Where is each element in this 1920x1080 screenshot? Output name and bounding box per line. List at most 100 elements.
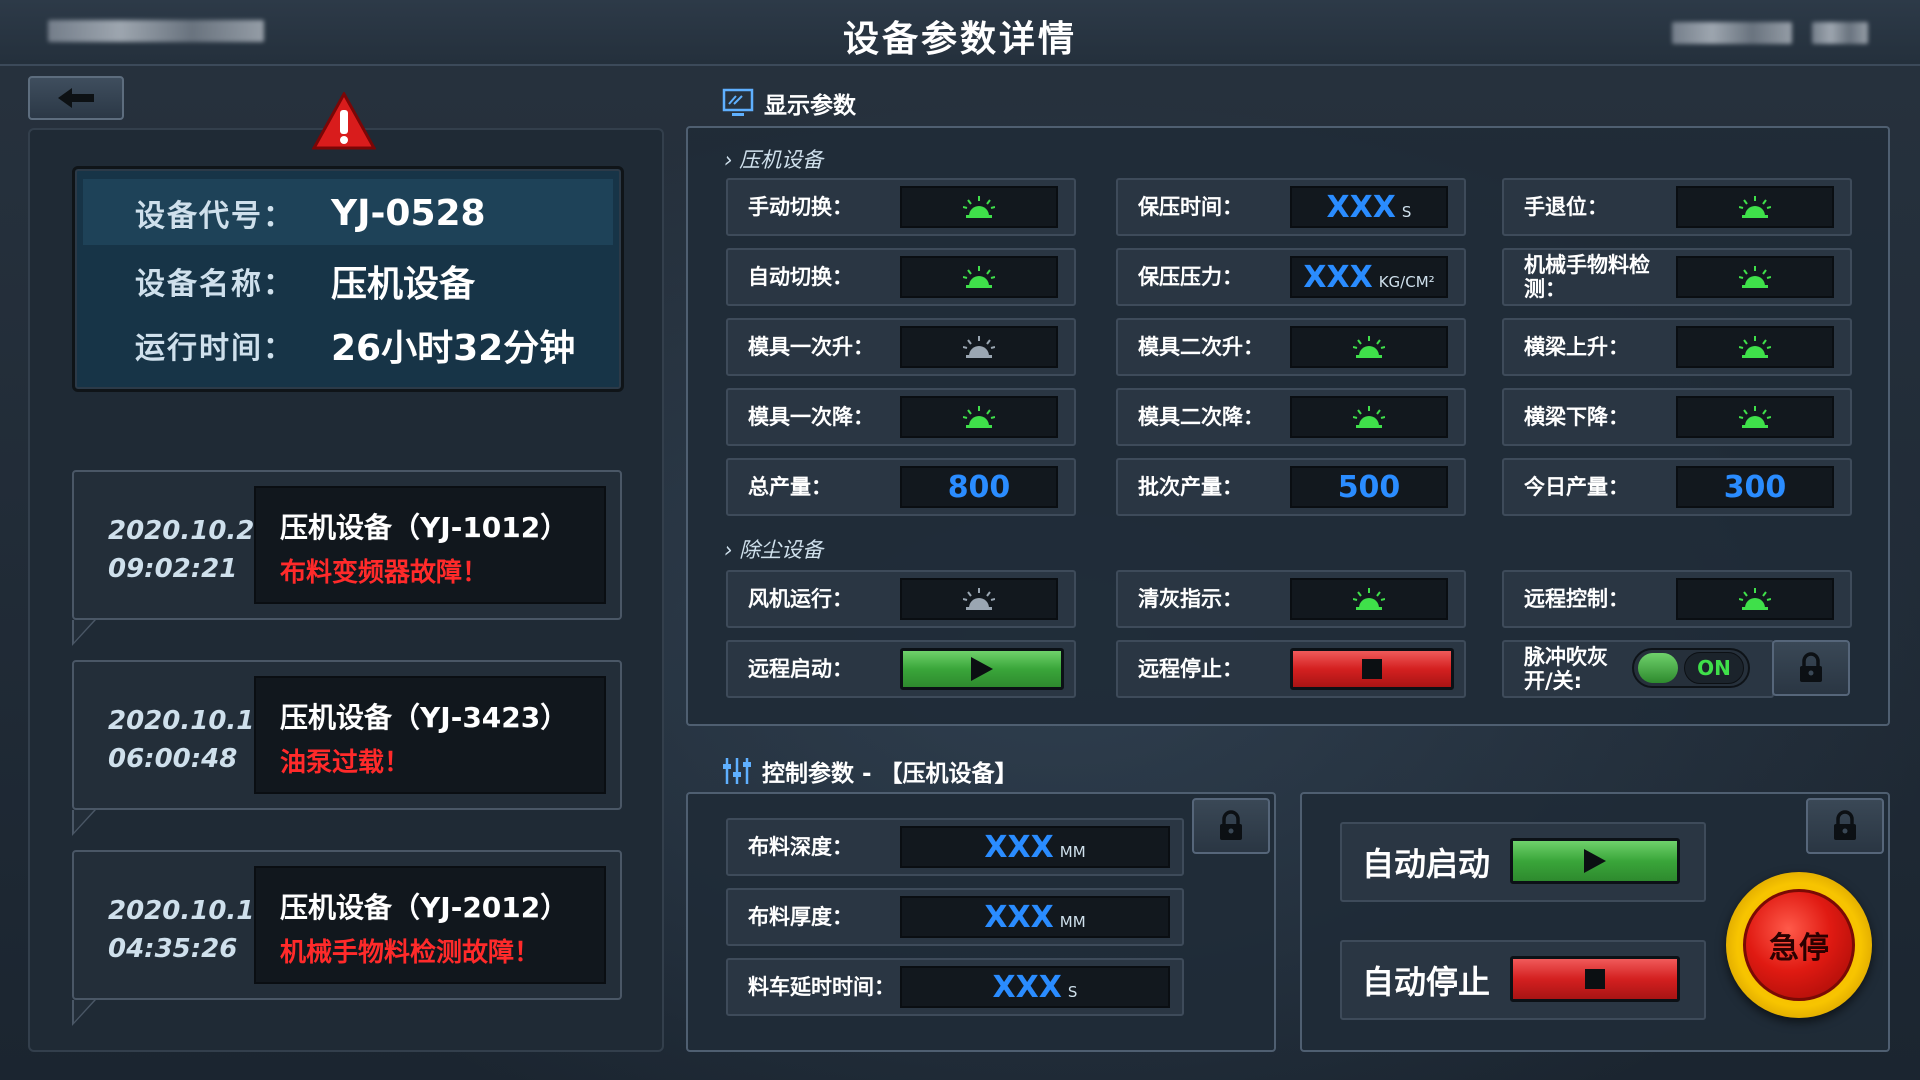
alarm-item[interactable]: 2020.10.20 09:02:21 压机设备（YJ-1012） 布料变频器故… bbox=[72, 470, 622, 646]
param-cell: 自动切换： bbox=[726, 248, 1076, 306]
param-label: 保压时间： bbox=[1138, 195, 1243, 219]
param-value-box bbox=[1676, 578, 1834, 620]
header-right-blurred-2 bbox=[1812, 22, 1868, 44]
alarm-date: 2020.10.19 bbox=[108, 896, 273, 926]
alarm-message: 油泵过载！ bbox=[280, 748, 411, 778]
lamp-on-icon bbox=[1739, 588, 1771, 610]
device-code-label: 设备代号： bbox=[135, 199, 295, 234]
header-right-blurred bbox=[1672, 22, 1792, 44]
param-value-box bbox=[1290, 326, 1448, 368]
param-cell: 模具一次升： bbox=[726, 318, 1076, 376]
emergency-stop-button[interactable]: 急停 bbox=[1726, 872, 1872, 1018]
param-value-box: XXX MM bbox=[900, 896, 1170, 938]
lamp-on-icon bbox=[963, 196, 995, 218]
param-label: 今日产量： bbox=[1524, 475, 1629, 499]
monitor-icon bbox=[722, 88, 754, 116]
param-label: 料车延时时间： bbox=[748, 975, 895, 999]
toggle-knob bbox=[1638, 653, 1678, 683]
param-label: 手动切换： bbox=[748, 195, 853, 219]
alarm-date: 2020.10.20 bbox=[108, 516, 273, 546]
page-title: 设备参数详情 bbox=[842, 19, 1077, 60]
pulse-toggle[interactable]: ON bbox=[1632, 648, 1750, 688]
control-lock-button[interactable] bbox=[1192, 798, 1270, 854]
lock-icon bbox=[1800, 652, 1822, 682]
alarm-content: 压机设备（YJ-1012） 布料变频器故障！ bbox=[254, 486, 606, 604]
remote-start-label: 远程启动： bbox=[748, 657, 853, 681]
param-cell: 模具二次升： bbox=[1116, 318, 1466, 376]
param-value-box: XXX S bbox=[1290, 186, 1448, 228]
arrow-left-icon bbox=[58, 88, 94, 108]
param-cell: 模具二次降： bbox=[1116, 388, 1466, 446]
param-cell: 手动切换： bbox=[726, 178, 1076, 236]
alarm-content: 压机设备（YJ-2012） 机械手物料检测故障！ bbox=[254, 866, 606, 984]
param-cell: 料车延时时间： XXX S bbox=[726, 958, 1184, 1016]
alarm-timestamp: 2020.10.20 09:02:21 bbox=[108, 512, 272, 588]
param-label: 清灰指示： bbox=[1138, 587, 1243, 611]
display-params-heading: 显示参数 bbox=[722, 86, 856, 120]
param-label: 机械手物料检测： bbox=[1524, 253, 1650, 301]
device-runtime-label: 运行时间： bbox=[135, 331, 295, 366]
alarm-title: 压机设备（YJ-1012） bbox=[280, 511, 569, 544]
back-button[interactable] bbox=[28, 76, 124, 120]
lamp-off-icon bbox=[963, 336, 995, 358]
param-value-box bbox=[900, 186, 1058, 228]
stop-icon bbox=[1362, 659, 1382, 679]
lamp-off-icon bbox=[963, 588, 995, 610]
param-cell: 远程控制： bbox=[1502, 570, 1852, 628]
remote-stop-cell: 远程停止： bbox=[1116, 640, 1466, 698]
toggle-state: ON bbox=[1684, 652, 1744, 684]
param-cell: 批次产量： 500 bbox=[1116, 458, 1466, 516]
param-value: 800 bbox=[947, 469, 1011, 505]
param-value-box bbox=[1676, 396, 1834, 438]
param-cell: 清灰指示： bbox=[1116, 570, 1466, 628]
device-code-value: YJ-0528 bbox=[331, 192, 486, 234]
alarm-notch-fill bbox=[74, 620, 94, 642]
param-label: 模具二次升： bbox=[1138, 335, 1264, 359]
param-value: XXX bbox=[1303, 259, 1373, 295]
param-value-box: 800 bbox=[900, 466, 1058, 508]
param-label: 横梁下降： bbox=[1524, 405, 1629, 429]
alarm-content: 压机设备（YJ-3423） 油泵过载！ bbox=[254, 676, 606, 794]
press-section-label: 压机设备 bbox=[739, 148, 824, 172]
lamp-on-icon bbox=[1739, 336, 1771, 358]
alarm-item[interactable]: 2020.10.19 06:00:48 压机设备（YJ-3423） 油泵过载！ bbox=[72, 660, 622, 836]
play-icon bbox=[971, 657, 993, 681]
auto-start-label: 自动启动 bbox=[1362, 845, 1491, 883]
auto-start-button[interactable] bbox=[1510, 838, 1680, 884]
param-unit: S bbox=[1067, 983, 1078, 1001]
param-value-box bbox=[900, 578, 1058, 620]
auto-stop-button[interactable] bbox=[1510, 956, 1680, 1002]
alarm-title: 压机设备（YJ-2012） bbox=[280, 891, 569, 924]
alarm-title: 压机设备（YJ-3423） bbox=[280, 701, 569, 734]
remote-stop-button[interactable] bbox=[1290, 648, 1454, 690]
param-label: 保压压力： bbox=[1138, 265, 1243, 289]
param-value-box bbox=[1676, 186, 1834, 228]
param-cell: 今日产量： 300 bbox=[1502, 458, 1852, 516]
remote-start-cell: 远程启动： bbox=[726, 640, 1076, 698]
param-value-box: XXX KG/CM² bbox=[1290, 256, 1448, 298]
lamp-on-icon bbox=[1353, 588, 1385, 610]
param-value: XXX bbox=[984, 899, 1054, 935]
stop-icon bbox=[1585, 969, 1605, 989]
control-params-title: 控制参数 - 【压机设备】 bbox=[762, 761, 1018, 787]
remote-start-button[interactable] bbox=[900, 648, 1064, 690]
param-label: 手退位： bbox=[1524, 195, 1608, 219]
alarm-timestamp: 2020.10.19 04:35:26 bbox=[108, 892, 272, 968]
alarm-message: 布料变频器故障！ bbox=[280, 558, 489, 588]
dust-section-label: 除尘设备 bbox=[739, 538, 824, 562]
lamp-on-icon bbox=[963, 266, 995, 288]
alarm-message: 机械手物料检测故障！ bbox=[280, 938, 541, 968]
param-cell: 保压压力： XXX KG/CM² bbox=[1116, 248, 1466, 306]
display-lock-button[interactable] bbox=[1772, 640, 1850, 696]
alarm-item[interactable]: 2020.10.19 04:35:26 压机设备（YJ-2012） 机械手物料检… bbox=[72, 850, 622, 1026]
param-value: 500 bbox=[1337, 469, 1401, 505]
auto-lock-button[interactable] bbox=[1806, 798, 1884, 854]
param-value-box: 500 bbox=[1290, 466, 1448, 508]
param-value: XXX bbox=[984, 829, 1054, 865]
param-value-box bbox=[1676, 256, 1834, 298]
lamp-on-icon bbox=[1353, 406, 1385, 428]
emergency-stop-label: 急停 bbox=[1743, 889, 1855, 1001]
remote-stop-label: 远程停止： bbox=[1138, 657, 1243, 681]
device-runtime-value: 26小时32分钟 bbox=[331, 328, 576, 369]
device-name-row: 设备名称： 压机设备 bbox=[135, 255, 475, 307]
